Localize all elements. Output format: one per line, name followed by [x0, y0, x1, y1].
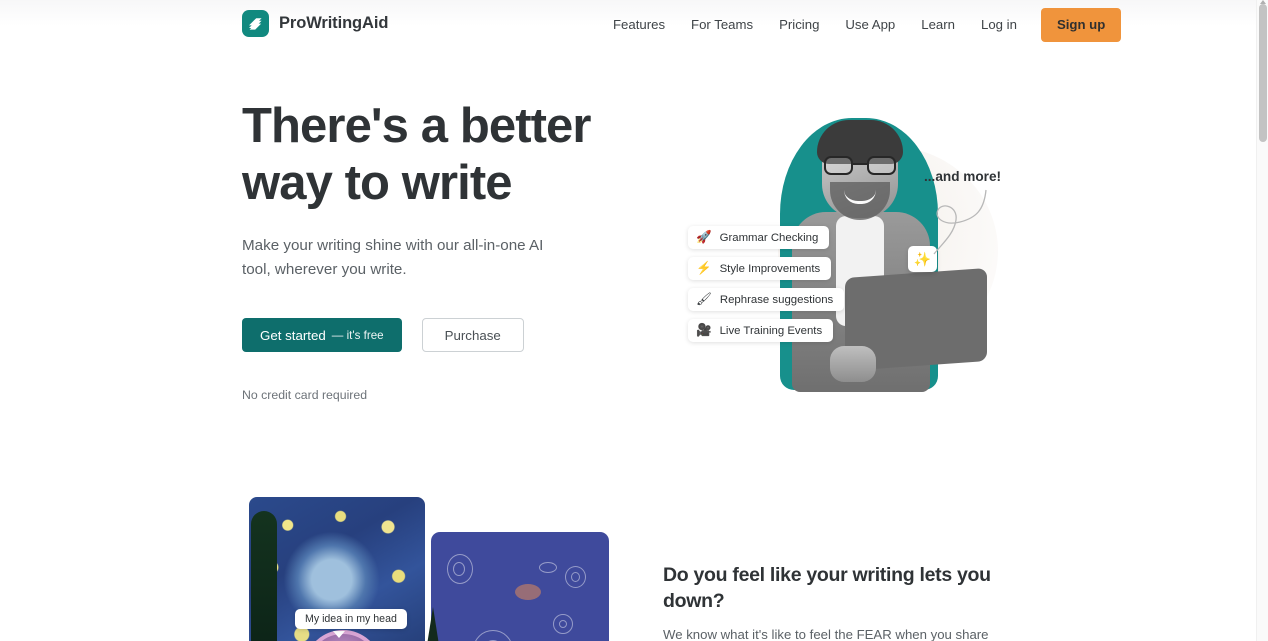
dark-cypress-shape — [421, 607, 445, 641]
get-started-button[interactable]: Get started — it's free — [242, 318, 402, 352]
section2-body: We know what it's like to feel the FEAR … — [663, 627, 989, 641]
site-header: ProWritingAid Features For Teams Pricing… — [0, 0, 1256, 48]
doodle-card-graphic — [431, 532, 609, 641]
nav-for-teams[interactable]: For Teams — [678, 9, 766, 41]
brand-logo-link[interactable]: ProWritingAid — [242, 10, 388, 37]
get-started-label: Get started — [260, 327, 326, 343]
lightning-icon: ⚡ — [696, 261, 712, 276]
hero-illustration: ✨ ...and more! 🚀 Grammar Checking ⚡ Styl… — [660, 98, 1030, 398]
hero-cta-row: Get started — it's free Purchase — [242, 318, 662, 352]
get-started-free-note: — it's free — [331, 328, 384, 342]
feature-chip-label: Live Training Events — [719, 324, 823, 337]
primary-nav: Features For Teams Pricing Use App Learn… — [600, 8, 1122, 42]
hero-title-line-1: There's a better — [242, 99, 591, 153]
feature-chip-list: 🚀 Grammar Checking ⚡ Style Improvements … — [688, 226, 845, 342]
nav-pricing[interactable]: Pricing — [766, 9, 832, 41]
page-root: ProWritingAid Features For Teams Pricing… — [0, 0, 1268, 641]
video-camera-icon: 🎥 — [696, 323, 712, 338]
page-scrollbar[interactable] — [1256, 0, 1268, 641]
section2-title: Do you feel like your writing lets you d… — [663, 564, 991, 612]
squiggle-line-icon — [933, 189, 987, 255]
hero-text-block: There's a better way to write Make your … — [242, 98, 662, 402]
brand-name: ProWritingAid — [279, 14, 389, 32]
glasses-icon — [824, 156, 896, 175]
rocket-icon: 🚀 — [696, 230, 712, 245]
nav-use-app[interactable]: Use App — [832, 9, 908, 41]
person-hand — [830, 346, 876, 382]
page-title: There's a better way to write — [242, 98, 662, 212]
feature-chip-style-improvements[interactable]: ⚡ Style Improvements — [688, 257, 832, 280]
nav-log-in[interactable]: Log in — [968, 9, 1030, 41]
feature-chip-grammar-checking[interactable]: 🚀 Grammar Checking — [688, 226, 830, 249]
hero-title-line-2: way to write — [242, 156, 513, 210]
feature-chip-rephrase-suggestions[interactable]: 🖌 Rephrase suggestions — [688, 288, 845, 311]
feature-chip-label: Rephrase suggestions — [719, 293, 834, 306]
book-pages-icon — [242, 10, 269, 37]
idea-in-my-head-label: My idea in my head — [295, 609, 407, 629]
feature-chip-live-training-events[interactable]: 🎥 Live Training Events — [688, 319, 834, 342]
section2-text-block: Do you feel like your writing lets you d… — [663, 562, 1023, 641]
sign-up-button[interactable]: Sign up — [1040, 8, 1122, 42]
purchase-button[interactable]: Purchase — [421, 318, 524, 352]
idea-label-pointer — [333, 631, 345, 638]
no-credit-card-note: No credit card required — [242, 388, 368, 402]
scrollbar-thumb[interactable] — [1259, 4, 1267, 142]
and-more-label: ...and more! — [924, 169, 1002, 184]
feature-chip-label: Style Improvements — [719, 262, 821, 275]
feature-chip-label: Grammar Checking — [719, 231, 819, 244]
paintbrush-icon: 🖌 — [696, 292, 712, 307]
nav-learn[interactable]: Learn — [908, 9, 968, 41]
nav-features[interactable]: Features — [600, 9, 678, 41]
hero-subtitle: Make your writing shine with our all-in-… — [242, 237, 544, 278]
cypress-tree-shape — [251, 511, 277, 641]
